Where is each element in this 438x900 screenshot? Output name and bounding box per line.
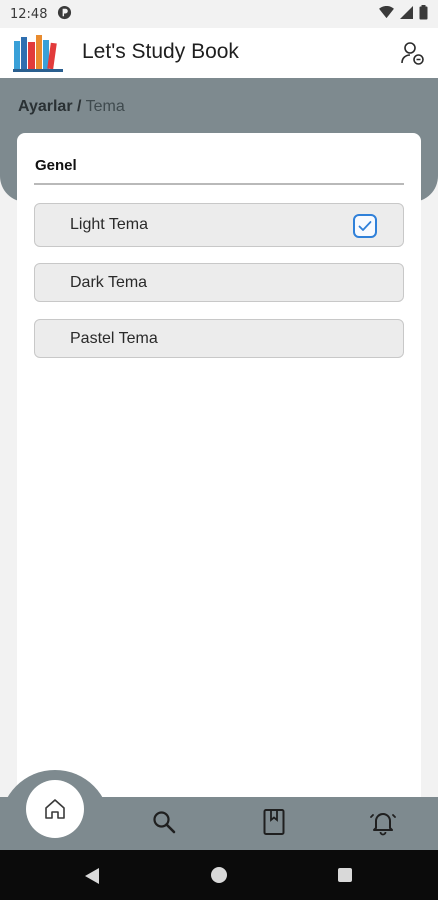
- battery-icon: [419, 4, 428, 24]
- books-logo-icon: [13, 33, 63, 73]
- book-icon: [263, 809, 285, 835]
- theme-option-label: Dark Tema: [70, 273, 148, 291]
- section-divider: [34, 183, 404, 185]
- theme-option-dark[interactable]: Dark Tema: [34, 263, 404, 302]
- home-icon: [45, 799, 65, 819]
- search-icon: [153, 811, 176, 834]
- back-icon[interactable]: [84, 867, 100, 885]
- breadcrumb-root[interactable]: Ayarlar: [18, 98, 73, 115]
- app-title: Let's Study Book: [82, 40, 239, 63]
- system-home-icon[interactable]: [211, 867, 227, 883]
- user-settings-button[interactable]: [398, 38, 428, 68]
- breadcrumb: Ayarlar / Tema: [18, 98, 125, 116]
- notification-icon: [57, 5, 72, 24]
- section-title: Genel: [35, 157, 77, 174]
- theme-option-label: Light Tema: [70, 216, 148, 233]
- status-time: 12:48: [10, 6, 48, 22]
- wifi-icon: [379, 5, 394, 23]
- breadcrumb-separator: /: [77, 98, 82, 115]
- nav-home-button[interactable]: [26, 780, 84, 838]
- status-bar: 12:48: [0, 0, 438, 28]
- theme-option-label: Pastel Tema: [70, 329, 158, 347]
- nav-search-button[interactable]: [148, 806, 180, 838]
- user-settings-icon: [401, 42, 424, 65]
- signal-icon: [400, 5, 413, 23]
- theme-option-pastel[interactable]: Pastel Tema: [34, 319, 404, 358]
- breadcrumb-current: Tema: [85, 98, 125, 115]
- recent-apps-icon[interactable]: [338, 868, 352, 882]
- nav-book-button[interactable]: [258, 806, 290, 838]
- bell-icon: [370, 813, 396, 836]
- app-bar: Let's Study Book: [0, 28, 438, 78]
- nav-notifications-button[interactable]: [367, 806, 399, 838]
- theme-option-light[interactable]: Light Tema: [34, 203, 404, 247]
- checkbox-checked-icon[interactable]: [353, 214, 377, 238]
